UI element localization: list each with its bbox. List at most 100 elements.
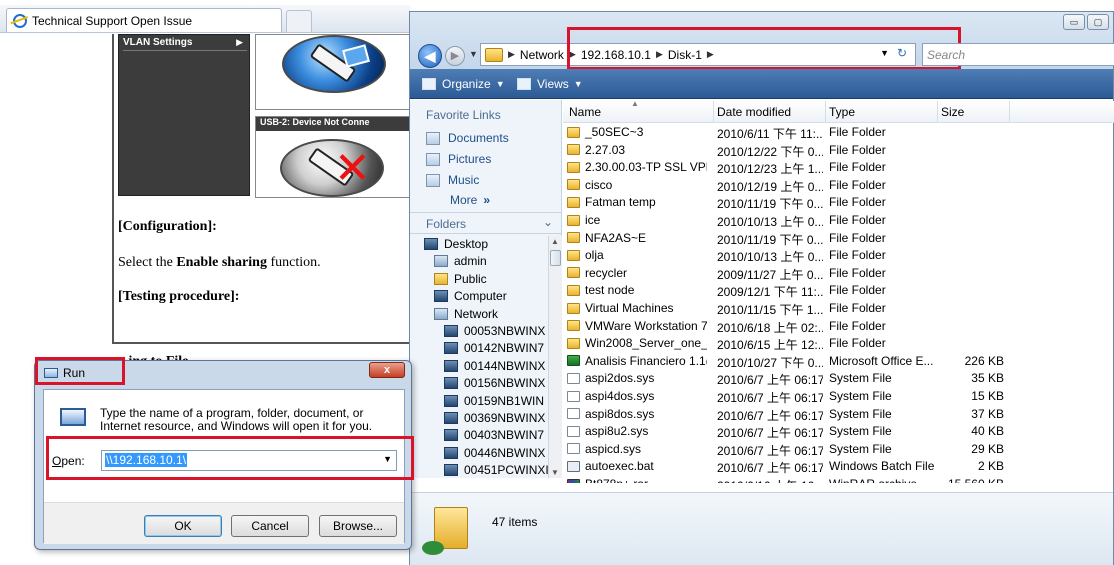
file-row[interactable]: aspi8u2.sys 2010/6/7 上午 06:17 System File 4… [563, 422, 1114, 440]
column-type[interactable]: Type [829, 105, 855, 119]
file-row[interactable]: aspi4dos.sys 2010/6/7 上午 06:17 System File… [563, 387, 1114, 405]
configuration-instruction: Select the Enable sharing function. [118, 255, 321, 271]
file-row[interactable]: recycler 2009/11/27 上午 0... File Folder [563, 264, 1114, 282]
maximize-button[interactable]: ▢ [1087, 14, 1109, 30]
music-icon [426, 173, 440, 187]
column-name[interactable]: Name [569, 105, 601, 119]
tree-item[interactable]: Computer [434, 289, 507, 303]
file-name-cell: _50SEC~3 [567, 125, 707, 139]
tree-item[interactable]: 00053NBWINX [444, 324, 545, 338]
documents-icon [426, 131, 440, 145]
tree-item-label: 00369NBWINX [464, 411, 546, 425]
tree-item[interactable]: 00156NBWINX [444, 376, 545, 390]
breadcrumb-arrow-icon[interactable]: ▶ [508, 49, 515, 60]
file-name: recycler [585, 265, 628, 280]
file-size: 29 KB [971, 441, 1004, 456]
file-row[interactable]: 2.30.00.03-TP SSL VPN 2010/12/23 上午 1... F… [563, 158, 1114, 176]
instruction-text-bold: Enable sharing [176, 255, 267, 270]
scrollbar-thumb[interactable] [550, 250, 561, 266]
tree-item[interactable]: Desktop [424, 237, 488, 251]
file-type: File Folder [829, 318, 886, 333]
tree-item[interactable]: 00159NB1WIN [444, 394, 544, 408]
file-name: cisco [585, 177, 613, 192]
column-separator[interactable] [713, 101, 714, 123]
testing-procedure-heading: [Testing procedure]: [118, 289, 240, 304]
favorite-documents[interactable]: Documents [426, 131, 509, 145]
file-name-cell: olja [567, 248, 707, 262]
column-size[interactable]: Size [941, 105, 964, 119]
scroll-up-icon[interactable]: ▲ [551, 237, 559, 246]
close-button[interactable]: x [369, 362, 405, 378]
tree-item[interactable]: admin [434, 254, 487, 268]
column-date-modified[interactable]: Date modified [717, 105, 791, 119]
vlan-settings-label: VLAN Settings [123, 37, 247, 51]
browse-button[interactable]: Browse... [319, 515, 397, 537]
tree-item[interactable]: 00451PCWINXI [444, 463, 548, 477]
tree-item[interactable]: 00142NBWIN7 [444, 341, 544, 355]
file-list: _50SEC~3 2010/6/11 下午 11:... File Folder 2.… [563, 123, 1114, 483]
folder-icon [567, 267, 580, 279]
file-type: File Folder [829, 230, 886, 245]
file-row[interactable]: autoexec.bat 2010/6/7 上午 06:17 Windows Bat… [563, 457, 1114, 475]
window-controls: ▭ ▢ [1063, 14, 1109, 30]
arrow-right-icon: ▶ [236, 37, 243, 47]
file-row[interactable]: Win2008_Server_one_y... 2010/6/15 上午 12:.… [563, 334, 1114, 352]
ok-button[interactable]: OK [144, 515, 222, 537]
forward-button[interactable]: ▶ [445, 46, 465, 66]
tree-item[interactable]: 00403NBWIN7 [444, 428, 544, 442]
views-button[interactable]: Views ▼ [517, 77, 583, 91]
folder-tree-scrollbar[interactable]: ▲ ▼ [548, 236, 562, 478]
file-row[interactable]: NFA2AS~E 2010/11/19 下午 0... File Folder [563, 229, 1114, 247]
organize-button[interactable]: Organize ▼ [422, 77, 505, 91]
file-row[interactable]: olja 2010/10/13 上午 0... File Folder [563, 246, 1114, 264]
favorite-music[interactable]: Music [426, 173, 479, 187]
vlan-settings-panel: VLAN Settings ▶ [118, 34, 250, 196]
folder-icon [567, 320, 580, 332]
minimize-button[interactable]: ▭ [1063, 14, 1085, 30]
file-row[interactable]: 2.27.03 2010/12/22 下午 0... File Folder [563, 141, 1114, 159]
explorer-window: ▭ ▢ ◀ ▶ ▼ ▶ Network ▶ 192.168.10.1 ▶ Dis… [409, 11, 1114, 565]
sys-file-icon [567, 372, 580, 384]
file-row[interactable]: Bt878p+.rar 2010/6/16 上午 10:... WinRAR arc… [563, 475, 1114, 483]
tree-item[interactable]: Network [434, 307, 498, 321]
new-tab-button[interactable] [286, 10, 312, 32]
file-row[interactable]: aspicd.sys 2010/6/7 上午 06:17 System File 29… [563, 440, 1114, 458]
browser-tab[interactable]: Technical Support Open Issue [6, 8, 282, 32]
file-row[interactable]: Virtual Machines 2010/11/15 下午 1... File F… [563, 299, 1114, 317]
file-row[interactable]: aspi8dos.sys 2010/6/7 上午 06:17 System File… [563, 405, 1114, 423]
search-input[interactable]: Search [922, 43, 1114, 66]
sys-file-icon [567, 425, 580, 437]
tree-item[interactable]: 00446NBWINX [444, 446, 545, 460]
folders-heading: Folders [426, 217, 467, 231]
tree-item-label: admin [454, 254, 487, 269]
file-row[interactable]: VMWare Workstation 7 2010/6/18 上午 02:... F… [563, 317, 1114, 335]
tree-item[interactable]: Public [434, 272, 487, 286]
network-cable-icon [422, 541, 444, 555]
file-name-cell: Virtual Machines [567, 301, 707, 315]
cancel-button[interactable]: Cancel [231, 515, 309, 537]
file-row[interactable]: _50SEC~3 2010/6/11 下午 11:... File Folder [563, 123, 1114, 141]
favorite-pictures[interactable]: Pictures [426, 152, 491, 166]
file-row[interactable]: cisco 2010/12/19 上午 0... File Folder [563, 176, 1114, 194]
file-list-header: Name ▲ Date modified Type Size [563, 99, 1114, 123]
favorite-more[interactable]: More » [426, 193, 490, 207]
file-row[interactable]: aspi2dos.sys 2010/6/7 上午 06:17 System File… [563, 369, 1114, 387]
scroll-down-icon[interactable]: ▼ [551, 468, 559, 477]
file-date-modified: 2010/11/19 下午 0... [717, 197, 823, 212]
file-row[interactable]: Analisis Financiero 1.1(... 2010/10/27 下午… [563, 352, 1114, 370]
file-row[interactable]: Fatman temp 2010/11/19 下午 0... File Folder [563, 193, 1114, 211]
tree-item[interactable]: 00144NBWINX [444, 359, 545, 373]
recent-pages-dropdown[interactable]: ▼ [469, 49, 478, 59]
favorite-links-heading: Favorite Links [426, 108, 501, 122]
column-separator[interactable] [937, 101, 938, 123]
folders-toggle[interactable]: Folders ⌄ [410, 212, 561, 234]
tree-item-label: 00156NBWINX [464, 376, 546, 391]
file-row[interactable]: test node 2009/12/1 下午 11:... File Folder [563, 281, 1114, 299]
breadcrumb-network[interactable]: Network [520, 48, 564, 62]
instruction-text-prefix: Select the [118, 255, 177, 270]
column-separator[interactable] [1009, 101, 1010, 123]
file-row[interactable]: ice 2010/10/13 上午 0... File Folder [563, 211, 1114, 229]
tree-item[interactable]: 00369NBWINX [444, 411, 545, 425]
back-button[interactable]: ◀ [418, 44, 442, 68]
column-separator[interactable] [825, 101, 826, 123]
